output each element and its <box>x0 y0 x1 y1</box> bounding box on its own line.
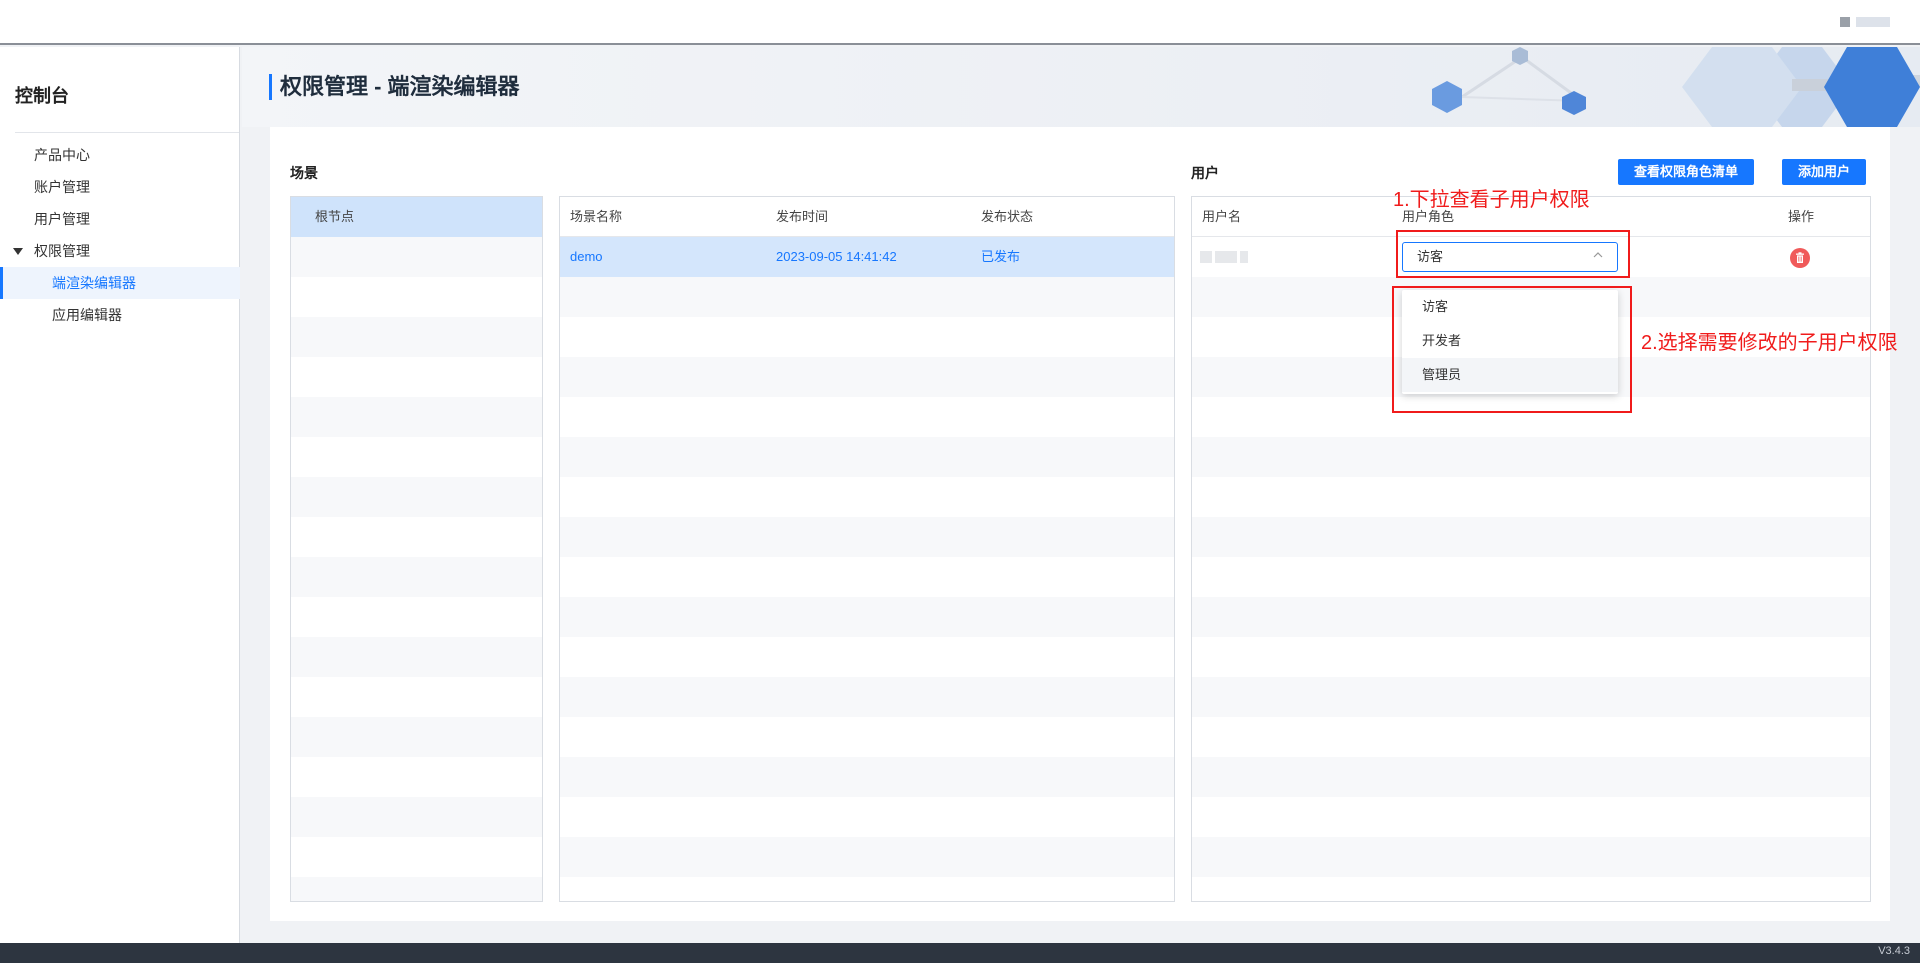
hexagon-decoration <box>1682 47 1920 127</box>
footer-bar: V3.4.3 <box>0 943 1920 963</box>
annotation-box-select <box>1396 230 1630 278</box>
col-actions: 操作 <box>1788 209 1815 224</box>
tree-row <box>291 557 542 597</box>
table-row <box>560 757 1174 797</box>
delete-user-button[interactable] <box>1790 248 1810 268</box>
sidebar-menu: 产品中心 账户管理 用户管理 权限管理 端渲染编辑器 应用编辑器 <box>0 139 240 331</box>
sidebar-item-permissions[interactable]: 权限管理 <box>0 235 240 267</box>
sidebar-item-users[interactable]: 用户管理 <box>0 203 240 235</box>
scene-tree-panel: 根节点 <box>290 196 543 902</box>
tree-row <box>291 477 542 517</box>
tree-row <box>291 237 542 277</box>
sidebar-item-account[interactable]: 账户管理 <box>0 171 240 203</box>
sidebar-item-product-center[interactable]: 产品中心 <box>0 139 240 171</box>
caret-down-icon <box>13 248 23 255</box>
tree-row <box>291 317 542 357</box>
scene-name: demo <box>570 249 603 264</box>
table-row <box>1192 837 1870 877</box>
publish-time: 2023-09-05 14:41:42 <box>776 249 897 264</box>
top-bar <box>0 0 1920 45</box>
tree-root-node[interactable]: 根节点 <box>291 197 542 237</box>
col-publish-status: 发布状态 <box>981 209 1034 224</box>
sidebar-item-label: 权限管理 <box>34 243 90 259</box>
col-username: 用户名 <box>1202 209 1242 224</box>
table-row <box>560 677 1174 717</box>
scene-section-label: 场景 <box>290 165 318 181</box>
add-user-button[interactable]: 添加用户 <box>1782 159 1867 185</box>
table-row <box>560 837 1174 877</box>
user-account[interactable] <box>1840 17 1890 27</box>
username-blurred <box>1856 17 1890 27</box>
view-roles-button[interactable]: 查看权限角色清单 <box>1618 159 1755 185</box>
molecule-decoration <box>1432 47 1920 127</box>
page-title: 权限管理 - 端渲染编辑器 <box>269 74 520 100</box>
table-row <box>1192 517 1870 557</box>
sidebar-item-app-editor[interactable]: 应用编辑器 <box>0 299 240 331</box>
table-row <box>560 597 1174 637</box>
table-row <box>560 437 1174 477</box>
annotation-box-options <box>1392 286 1632 413</box>
sidebar-title: 控制台 <box>15 86 69 106</box>
username-redacted <box>1200 251 1248 263</box>
col-scene-name: 场景名称 <box>570 209 623 224</box>
scene-table-header: 场景名称 发布时间 发布状态 <box>560 197 1174 237</box>
version-label: V3.4.3 <box>1878 945 1910 957</box>
scene-table: 场景名称 发布时间 发布状态 demo 2023-09-05 14:41:42 … <box>559 196 1175 902</box>
table-row <box>560 357 1174 397</box>
tree-row <box>291 637 542 677</box>
table-row <box>1192 437 1870 477</box>
tree-row <box>291 797 542 837</box>
annotation-step2: 2.选择需要修改的子用户权限 <box>1641 332 1898 354</box>
publish-status: 已发布 <box>981 249 1021 264</box>
table-row[interactable]: demo 2023-09-05 14:41:42 已发布 <box>560 237 1174 277</box>
tree-row <box>291 877 542 901</box>
user-section-label: 用户 <box>1191 165 1219 181</box>
trash-icon <box>1796 252 1804 263</box>
table-row <box>560 277 1174 317</box>
annotation-step1: 1.下拉查看子用户权限 <box>1393 189 1590 211</box>
avatar <box>1840 17 1850 27</box>
table-row <box>560 517 1174 557</box>
tree-row <box>291 717 542 757</box>
tree-row <box>291 397 542 437</box>
sidebar: 控制台 产品中心 账户管理 用户管理 权限管理 端渲染编辑器 应用编辑器 <box>0 47 240 943</box>
table-row <box>1192 677 1870 717</box>
table-row <box>1192 597 1870 637</box>
sidebar-divider <box>15 132 239 133</box>
col-publish-time: 发布时间 <box>776 209 829 224</box>
sidebar-item-render-editor[interactable]: 端渲染编辑器 <box>0 267 240 299</box>
table-row <box>1192 757 1870 797</box>
